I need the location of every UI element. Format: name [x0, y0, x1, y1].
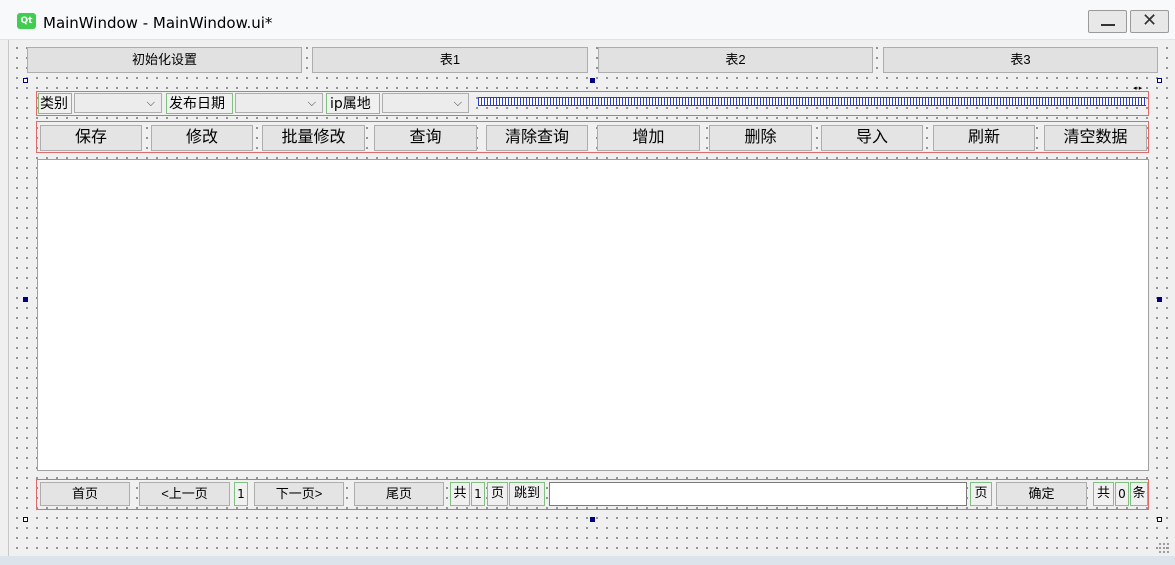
jump-page-input[interactable]: [549, 482, 967, 506]
selection-handle[interactable]: [1157, 297, 1162, 302]
selection-handle[interactable]: [590, 517, 595, 522]
selection-handle[interactable]: [1157, 78, 1162, 83]
ip-combo[interactable]: ⌵: [382, 93, 469, 113]
current-page-value: 1: [234, 482, 248, 506]
chevron-down-icon: ⌵: [146, 96, 155, 109]
selection-handle[interactable]: [23, 297, 28, 302]
qt-logo-icon: Qt: [17, 13, 36, 29]
save-button[interactable]: 保存: [40, 125, 142, 151]
confirm-button[interactable]: 确定: [996, 482, 1087, 506]
total-pages-unit: 页: [487, 482, 508, 506]
chevron-down-icon: ⌵: [453, 96, 462, 109]
data-table[interactable]: [37, 159, 1149, 471]
prev-page-button[interactable]: <上一页: [139, 482, 230, 506]
jump-unit: 页: [970, 482, 992, 506]
horizontal-spacer[interactable]: [478, 97, 1146, 106]
ip-label: ip属地: [326, 93, 380, 114]
init-settings-button[interactable]: 初始化设置: [27, 47, 302, 73]
date-label: 发布日期: [166, 93, 233, 114]
status-strip: [0, 556, 1175, 565]
table2-button[interactable]: 表2: [598, 47, 873, 73]
total-pages-value: 1: [471, 482, 485, 506]
jump-label: 跳到: [509, 482, 545, 506]
close-icon: ✕: [1141, 10, 1158, 31]
clear-query-button[interactable]: 清除查询: [486, 125, 588, 151]
records-unit: 条: [1130, 482, 1148, 506]
close-button[interactable]: ✕: [1130, 10, 1169, 33]
total-records-value: 0: [1115, 482, 1129, 506]
import-button[interactable]: 导入: [821, 125, 923, 151]
selection-handle[interactable]: [1157, 517, 1162, 522]
batch-edit-button[interactable]: 批量修改: [262, 125, 365, 151]
last-page-button[interactable]: 尾页: [354, 482, 444, 506]
next-page-button[interactable]: 下一页>: [254, 482, 344, 506]
chevron-down-icon: ⌵: [307, 96, 316, 109]
category-combo[interactable]: ⌵: [74, 93, 162, 113]
selection-handle[interactable]: [590, 78, 595, 83]
delete-button[interactable]: 删除: [709, 125, 812, 151]
total-pages-prefix: 共: [450, 482, 470, 506]
table3-button[interactable]: 表3: [883, 47, 1158, 73]
edit-button[interactable]: 修改: [151, 125, 253, 151]
first-page-button[interactable]: 首页: [40, 482, 130, 506]
minimize-button[interactable]: [1088, 10, 1127, 33]
resize-grip-icon[interactable]: [1158, 542, 1170, 554]
query-button[interactable]: 查询: [374, 125, 477, 151]
date-combo[interactable]: ⌵: [235, 93, 323, 113]
refresh-button[interactable]: 刷新: [933, 125, 1035, 151]
selection-handle[interactable]: [23, 517, 28, 522]
records-prefix: 共: [1093, 482, 1114, 506]
window-title: MainWindow - MainWindow.ui*: [43, 14, 273, 32]
add-button[interactable]: 增加: [597, 125, 700, 151]
clear-data-button[interactable]: 清空数据: [1044, 125, 1147, 151]
spacer-arrows-icon: ◂ ▸: [1133, 84, 1143, 92]
selection-handle[interactable]: [23, 78, 28, 83]
table1-button[interactable]: 表1: [312, 47, 588, 73]
category-label: 类别: [38, 93, 72, 114]
